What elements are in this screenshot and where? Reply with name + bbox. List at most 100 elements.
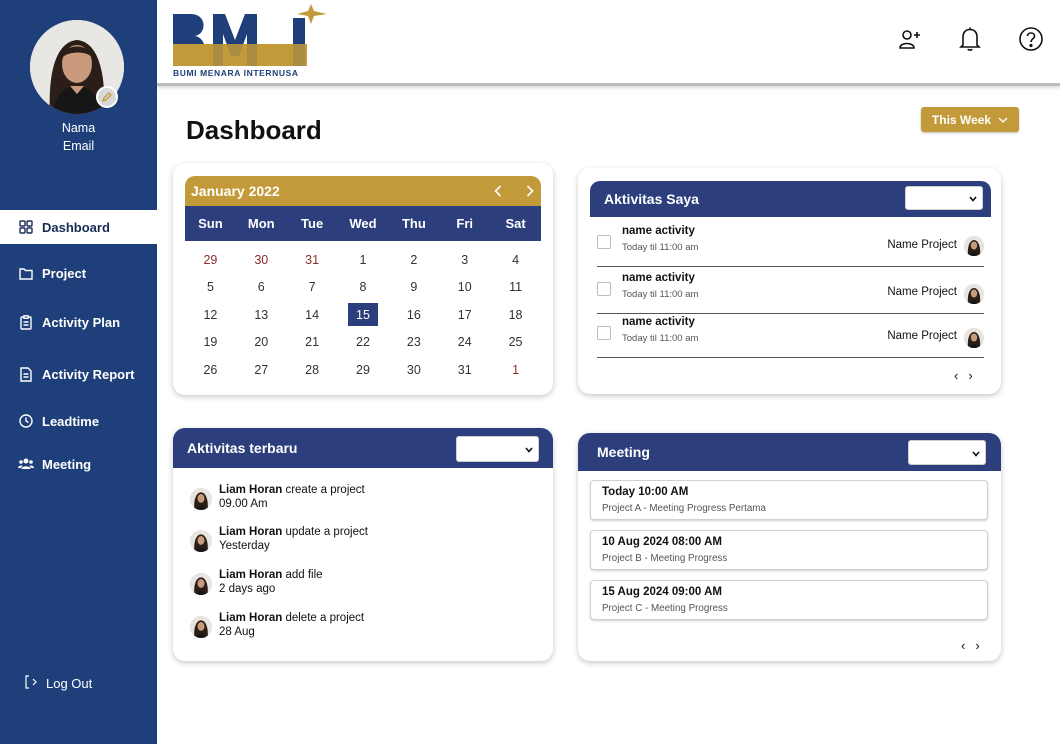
logout-button[interactable]: Log Out xyxy=(24,675,92,692)
meeting-card: Meeting Today 10:00 AM Project A - Meetin… xyxy=(578,433,1001,661)
meeting-select[interactable] xyxy=(908,440,986,465)
calendar-day[interactable]: 30 xyxy=(236,246,287,274)
calendar-next-button[interactable] xyxy=(519,176,541,206)
calendar-day[interactable]: 8 xyxy=(338,274,389,302)
calendar-day[interactable]: 4 xyxy=(490,246,541,274)
calendar-day[interactable]: 27 xyxy=(236,356,287,384)
recent-activity-card: Aktivitas terbaru Liam Horan create a pr… xyxy=(173,428,553,661)
calendar-day[interactable]: 7 xyxy=(287,274,338,302)
calendar-day-number: 27 xyxy=(254,362,269,377)
meeting-item[interactable]: Today 10:00 AM Project A - Meeting Progre… xyxy=(590,480,988,520)
calendar-day[interactable]: 17 xyxy=(439,301,490,329)
sidebar-item-meeting[interactable]: Meeting xyxy=(0,447,157,481)
week-filter-dropdown[interactable]: This Week xyxy=(921,107,1019,132)
calendar-day[interactable]: 23 xyxy=(388,329,439,357)
calendar-day[interactable]: 14 xyxy=(287,301,338,329)
recent-activity-action: delete a project xyxy=(282,612,365,624)
calendar-day[interactable]: 9 xyxy=(388,274,439,302)
weekday-label: Thu xyxy=(401,216,426,231)
sidebar-item-label: Leadtime xyxy=(42,413,100,429)
weekday-label: Fri xyxy=(456,216,474,231)
prev-page-button[interactable]: ‹ xyxy=(961,638,965,653)
document-icon xyxy=(18,366,34,382)
avatar xyxy=(964,284,984,304)
my-activities-select[interactable] xyxy=(905,186,983,210)
calendar-day-number: 20 xyxy=(254,335,269,350)
calendar-day[interactable]: 21 xyxy=(287,329,338,357)
recent-activity-text: Liam Horan delete a project xyxy=(219,612,364,624)
help-icon[interactable] xyxy=(1018,26,1044,52)
pencil-icon[interactable] xyxy=(96,86,118,108)
calendar-day[interactable]: 28 xyxy=(287,356,338,384)
activity-project: Name Project xyxy=(887,239,957,251)
calendar-day[interactable]: 31 xyxy=(439,356,490,384)
activity-checkbox[interactable] xyxy=(597,282,611,296)
activity-row[interactable]: name activity Today til 11:00 am Name Proj… xyxy=(597,268,984,314)
calendar-day-number: 2 xyxy=(410,252,418,267)
avatar xyxy=(964,328,984,348)
calendar-day[interactable]: 25 xyxy=(490,329,541,357)
calendar-day-number: 7 xyxy=(308,280,316,295)
calendar-day[interactable]: 6 xyxy=(236,274,287,302)
my-activities-title: Aktivitas Saya xyxy=(604,191,699,207)
calendar-day-number: 15 xyxy=(347,303,378,327)
activity-checkbox[interactable] xyxy=(597,235,611,249)
calendar-day[interactable]: 12 xyxy=(185,301,236,329)
meeting-item[interactable]: 15 Aug 2024 09:00 AM Project C - Meeting … xyxy=(590,580,988,620)
bell-icon[interactable] xyxy=(957,26,983,52)
calendar-day-number: 22 xyxy=(356,335,370,350)
calendar-day[interactable]: 11 xyxy=(490,274,541,302)
meeting-title: Meeting xyxy=(597,444,650,460)
calendar-day[interactable]: 1 xyxy=(338,246,389,274)
sidebar-item-activity-plan[interactable]: Activity Plan xyxy=(0,305,157,339)
add-user-icon[interactable] xyxy=(897,26,923,52)
calendar-day[interactable]: 19 xyxy=(185,329,236,357)
clock-icon xyxy=(18,413,34,429)
calendar-day[interactable]: 18 xyxy=(490,301,541,329)
calendar-day[interactable]: 26 xyxy=(185,356,236,384)
sidebar-item-activity-report[interactable]: Activity Report xyxy=(0,357,157,391)
calendar-day-number: 6 xyxy=(257,280,265,295)
calendar-day-number: 16 xyxy=(406,307,421,322)
sidebar: Nama Email Dashboard Project Activity Pl… xyxy=(0,0,157,744)
sidebar-item-leadtime[interactable]: Leadtime xyxy=(0,404,157,438)
calendar-day[interactable]: 29 xyxy=(338,356,389,384)
activity-checkbox[interactable] xyxy=(597,326,611,340)
recent-activity-select[interactable] xyxy=(456,436,539,462)
calendar-day[interactable]: 29 xyxy=(185,246,236,274)
calendar-day[interactable]: 10 xyxy=(439,274,490,302)
calendar-day[interactable]: 16 xyxy=(388,301,439,329)
sidebar-item-project[interactable]: Project xyxy=(0,256,157,290)
avatar xyxy=(190,488,212,510)
calendar-day-number: 5 xyxy=(206,280,214,295)
activity-row[interactable]: name activity Today til 11:00 am Name Proj… xyxy=(597,312,984,358)
calendar-day[interactable]: 31 xyxy=(287,246,338,274)
calendar-day[interactable]: 30 xyxy=(388,356,439,384)
calendar-day[interactable]: 13 xyxy=(236,301,287,329)
meeting-item[interactable]: 10 Aug 2024 08:00 AM Project B - Meeting … xyxy=(590,530,988,570)
recent-activity-text: Liam Horan update a project xyxy=(219,526,368,538)
next-page-button[interactable]: › xyxy=(968,368,972,383)
sidebar-item-dashboard[interactable]: Dashboard xyxy=(0,210,157,244)
calendar-prev-button[interactable] xyxy=(487,176,509,206)
sidebar-item-label: Dashboard xyxy=(42,219,110,235)
calendar-day[interactable]: 2 xyxy=(388,246,439,274)
recent-activity-item: Liam Horan add file 2 days ago xyxy=(188,569,528,603)
prev-page-button[interactable]: ‹ xyxy=(954,368,958,383)
calendar-day[interactable]: 3 xyxy=(439,246,490,274)
my-activities-pager: ‹ › xyxy=(954,368,973,383)
calendar-day[interactable]: 20 xyxy=(236,329,287,357)
activity-name: name activity xyxy=(622,225,695,237)
calendar-day-number: 28 xyxy=(305,362,320,377)
calendar-day-selected[interactable]: 15 xyxy=(338,301,389,329)
activity-row[interactable]: name activity Today til 11:00 am Name Proj… xyxy=(597,221,984,267)
calendar-day[interactable]: 5 xyxy=(185,274,236,302)
meeting-time: Today 10:00 AM xyxy=(602,486,689,498)
calendar-day-number: 24 xyxy=(457,335,472,350)
calendar-day[interactable]: 1 xyxy=(490,356,541,384)
calendar-day[interactable]: 24 xyxy=(439,329,490,357)
next-page-button[interactable]: › xyxy=(975,638,979,653)
calendar-day[interactable]: 22 xyxy=(338,329,389,357)
chevron-down-icon xyxy=(525,440,533,458)
recent-activity-user: Liam Horan xyxy=(219,569,283,581)
